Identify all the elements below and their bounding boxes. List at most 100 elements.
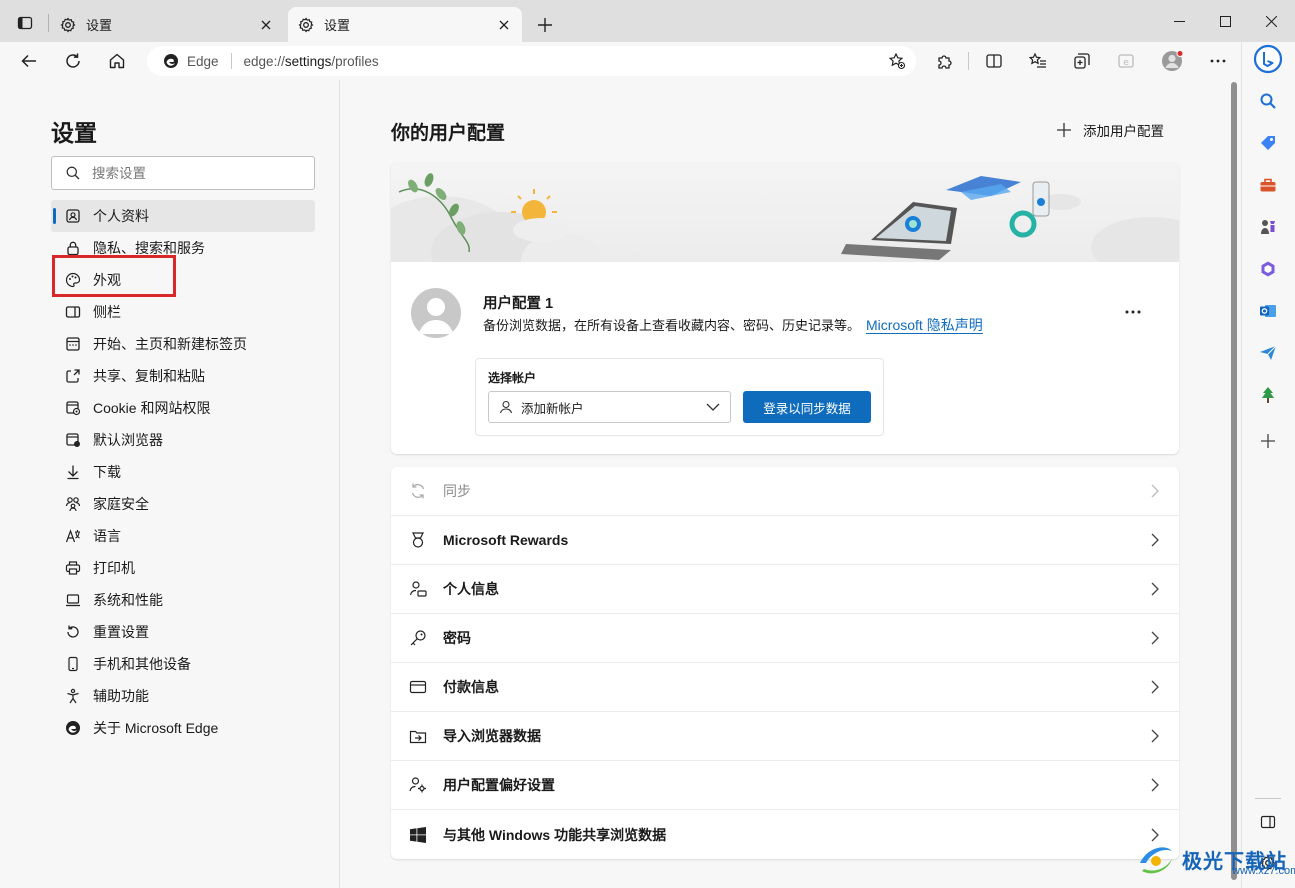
language-icon [65,528,81,544]
settings-title: 设置 [51,120,97,146]
row-label: 同步 [443,483,471,499]
nav-item-label: 侧栏 [93,304,121,320]
close-tab-icon[interactable] [496,17,512,33]
profile-more-button[interactable] [1119,300,1147,324]
account-selection: 选择帐户 添加新帐户 登录以同步数据 [475,358,884,436]
chevron-right-icon [1149,680,1161,694]
sidebar-shopping-button[interactable] [1253,128,1283,158]
nav-item-phone[interactable]: 手机和其他设备 [51,648,315,680]
nav-item-about[interactable]: 关于 Microsoft Edge [51,712,315,744]
ie-mode-icon: e [1117,52,1135,70]
add-profile-label: 添加用户配置 [1083,124,1164,139]
tab-label: 设置 [324,18,351,33]
gear-icon [298,16,314,33]
bing-chat-button[interactable] [1253,44,1283,74]
tab-settings-1[interactable]: 设置 [50,7,284,42]
edge-logo-icon [163,53,179,69]
nav-item-downloads[interactable]: 下载 [51,456,315,488]
main-scrollbar[interactable] [1228,80,1240,888]
avatar [411,288,461,338]
sidebar-search-button[interactable] [1253,86,1283,116]
sync-icon [409,482,427,500]
favorites-button[interactable] [1023,47,1053,75]
row-personal-info[interactable]: 个人信息 [391,565,1179,614]
row-label: Microsoft Rewards [443,532,569,548]
row-sync[interactable]: 同步 [391,467,1179,516]
split-screen-icon [985,52,1003,70]
nav-item-profiles[interactable]: 个人资料 [51,200,315,232]
watermark-logo-icon [1136,839,1176,879]
settings-nav: 设置 个人资料 隐私、搜索和服务 外观 侧栏 开始、主页和新建标签页 共享、复制… [0,80,340,888]
new-tab-button[interactable] [532,12,558,38]
nav-item-default-browser[interactable]: 默认浏览器 [51,424,315,456]
address-toolbar: Edge edge://settings/profiles e [0,42,1295,80]
home-button[interactable] [102,47,132,75]
split-screen-button[interactable] [979,47,1009,75]
sidebar-send-button[interactable] [1253,338,1283,368]
toolbar-divider [968,52,969,70]
nav-item-printers[interactable]: 打印机 [51,552,315,584]
row-import-data[interactable]: 导入浏览器数据 [391,712,1179,761]
chevron-right-icon [1149,533,1161,547]
avatar-icon [1161,50,1183,72]
maximize-button[interactable] [1202,4,1248,38]
account-select-value: 添加新帐户 [521,401,584,416]
tab-bar: 设置 设置 [0,0,1295,42]
row-microsoft-rewards[interactable]: Microsoft Rewards [391,516,1179,565]
nav-item-label: 系统和性能 [93,592,163,608]
scrollbar-thumb[interactable] [1231,82,1237,880]
minimize-button[interactable] [1156,4,1202,38]
nav-item-share[interactable]: 共享、复制和粘贴 [51,360,315,392]
row-label: 付款信息 [443,679,499,695]
tree-icon [1259,386,1277,404]
refresh-button[interactable] [58,47,88,75]
sidebar-tools-button[interactable] [1253,170,1283,200]
account-select[interactable]: 添加新帐户 [488,391,731,423]
nav-item-label: 下载 [93,464,121,480]
nav-item-reset[interactable]: 重置设置 [51,616,315,648]
annotation-highlight-box [52,255,176,297]
nav-item-accessibility[interactable]: 辅助功能 [51,680,315,712]
close-window-button[interactable] [1248,4,1294,38]
nav-item-system[interactable]: 系统和性能 [51,584,315,616]
page-title: 你的用户配置 [391,123,506,144]
back-button[interactable] [14,47,44,75]
close-tab-icon[interactable] [258,17,274,33]
row-passwords[interactable]: 密码 [391,614,1179,663]
nav-item-languages[interactable]: 语言 [51,520,315,552]
tab-settings-2[interactable]: 设置 [288,7,522,42]
row-payment-info[interactable]: 付款信息 [391,663,1179,712]
search-input[interactable] [92,165,292,181]
nav-item-sidebar[interactable]: 侧栏 [51,296,315,328]
search-settings[interactable] [51,156,315,190]
row-share-windows[interactable]: 与其他 Windows 功能共享浏览数据 [391,810,1179,859]
card-icon [409,678,427,696]
plus-icon [1057,123,1071,137]
profile-button[interactable] [1157,47,1187,75]
nav-item-family[interactable]: 家庭安全 [51,488,315,520]
plus-icon [538,18,552,32]
sign-in-sync-button[interactable]: 登录以同步数据 [743,391,871,423]
more-options-button[interactable] [1203,47,1233,75]
add-favorite-icon[interactable] [888,52,906,70]
tab-actions-icon [17,15,33,31]
collections-button[interactable] [1067,47,1097,75]
profile-name: 用户配置 1 [483,296,554,312]
sidebar-office-button[interactable] [1253,254,1283,284]
add-profile-button[interactable]: 添加用户配置 [1057,120,1164,140]
edge-sidebar [1241,42,1295,888]
hide-sidebar-button[interactable] [1253,807,1283,837]
tab-actions-button[interactable] [8,8,42,38]
nav-item-cookies[interactable]: Cookie 和网站权限 [51,392,315,424]
nav-item-start-home[interactable]: 开始、主页和新建标签页 [51,328,315,360]
extensions-button[interactable] [930,47,960,75]
sidebar-games-button[interactable] [1253,212,1283,242]
privacy-statement-link[interactable]: Microsoft 隐私声明 [866,317,983,334]
ellipsis-icon [1209,59,1227,63]
sidebar-outlook-button[interactable] [1253,296,1283,326]
sidebar-add-button[interactable] [1253,426,1283,456]
address-bar[interactable]: Edge edge://settings/profiles [147,46,916,76]
row-profile-preferences[interactable]: 用户配置偏好设置 [391,761,1179,810]
sidebar-tree-button[interactable] [1253,380,1283,410]
ie-mode-button[interactable]: e [1111,47,1141,75]
